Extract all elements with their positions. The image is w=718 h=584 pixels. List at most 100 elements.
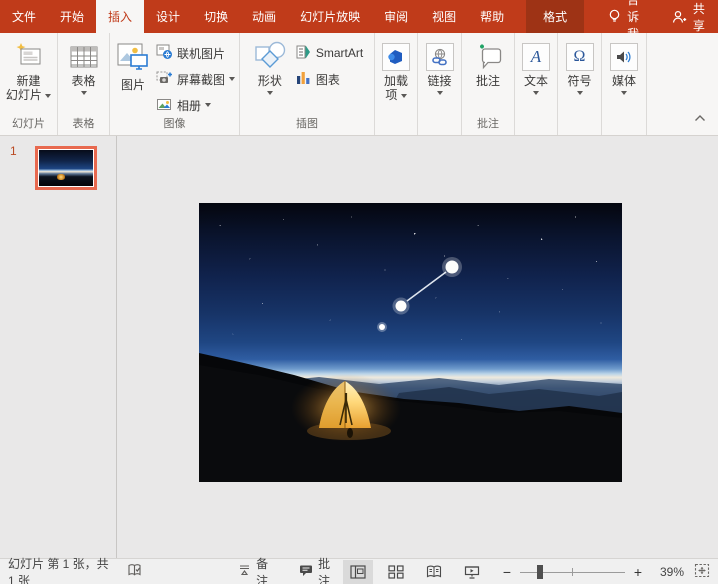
dropdown-arrow-icon: [437, 91, 443, 95]
group-label-tables: 表格: [58, 115, 109, 131]
new-comment-label: 批注: [476, 74, 500, 88]
tab-format-contextual[interactable]: 格式: [526, 0, 584, 33]
tab-view[interactable]: 视图: [420, 0, 468, 33]
tab-review[interactable]: 审阅: [372, 0, 420, 33]
chart-label: 图表: [316, 71, 340, 88]
group-label-illustrations: 插图: [240, 115, 374, 131]
zoom-in-button[interactable]: +: [632, 565, 644, 579]
ribbon-group-text: A 文本: [515, 33, 558, 135]
ribbon-group-comments: 批注 批注: [462, 33, 515, 135]
lightbulb-icon: [608, 9, 621, 24]
photo-album-button[interactable]: 相册: [156, 94, 235, 116]
slide-number: 1: [10, 144, 17, 158]
chart-icon: [295, 70, 312, 89]
shapes-label: 形状: [258, 74, 282, 88]
titlebar: 文件 开始 插入 设计 切换 动画 幻灯片放映 审阅 视图 帮助 格式 告诉我 …: [0, 0, 718, 33]
slide-sorter-view-button[interactable]: [381, 560, 411, 584]
pictures-icon: [116, 40, 150, 78]
new-slide-icon: [14, 40, 42, 74]
text-icon: A: [522, 43, 550, 71]
zoom-out-button[interactable]: −: [501, 565, 513, 579]
links-button[interactable]: 链接: [424, 38, 456, 135]
dropdown-arrow-icon: [401, 94, 407, 98]
slideshow-view-button[interactable]: [457, 560, 487, 584]
tab-home[interactable]: 开始: [48, 0, 96, 33]
pictures-label: 图片: [121, 78, 145, 92]
chart-button[interactable]: 图表: [295, 68, 363, 90]
slide-image-night-camping[interactable]: [199, 203, 622, 482]
spellcheck-icon[interactable]: [127, 563, 142, 580]
dropdown-arrow-icon: [267, 91, 273, 95]
photo-album-icon: [156, 96, 173, 115]
share-button[interactable]: 共享: [660, 0, 718, 33]
comments-label: 批注: [318, 555, 335, 584]
screenshot-label: 屏幕截图: [177, 71, 225, 88]
new-slide-label-2: 幻灯片: [6, 88, 51, 102]
zoom-slider[interactable]: [520, 565, 625, 579]
work-area: 1: [0, 136, 718, 558]
tab-transitions[interactable]: 切换: [192, 0, 240, 33]
collapse-ribbon-button[interactable]: [694, 109, 706, 127]
dropdown-arrow-icon: [621, 91, 627, 95]
notes-icon: [238, 564, 251, 579]
group-label-slides: 幻灯片: [0, 115, 57, 131]
dropdown-arrow-icon: [577, 91, 583, 95]
ribbon-filler: [647, 33, 718, 135]
share-person-icon: [672, 10, 687, 24]
speaker-icon: [610, 43, 638, 71]
tab-insert[interactable]: 插入: [96, 0, 144, 33]
share-label: 共享: [693, 0, 706, 34]
reading-view-button[interactable]: [419, 560, 449, 584]
ribbon-group-slides: 新建 幻灯片 幻灯片: [0, 33, 58, 135]
dropdown-arrow-icon: [81, 91, 87, 95]
addins-button[interactable]: 加载 项: [380, 38, 412, 135]
symbol-button[interactable]: Ω 符号: [564, 38, 596, 135]
smartart-button[interactable]: SmartArt: [295, 42, 363, 64]
ribbon-group-tables: 表格 表格: [58, 33, 110, 135]
media-button[interactable]: 媒体: [608, 38, 640, 135]
text-button[interactable]: A 文本: [520, 38, 552, 135]
tell-me-button[interactable]: 告诉我: [598, 0, 660, 33]
dropdown-arrow-icon: [533, 91, 539, 95]
smartart-icon: [295, 44, 312, 63]
ribbon-group-images: 图片 联机图片 屏幕截图: [110, 33, 240, 135]
tab-help[interactable]: 帮助: [468, 0, 516, 33]
slide-thumbnail-image: [39, 150, 93, 186]
group-label-comments: 批注: [462, 115, 514, 131]
photo-album-label: 相册: [177, 97, 201, 114]
comments-button[interactable]: 批注: [291, 559, 343, 584]
online-pictures-button[interactable]: 联机图片: [156, 42, 235, 64]
slide-canvas[interactable]: [117, 136, 718, 558]
zoom-percentage[interactable]: 39%: [648, 565, 684, 579]
tab-slideshow[interactable]: 幻灯片放映: [288, 0, 372, 33]
statusbar: 幻灯片 第 1 张，共 1 张 备注 批注: [0, 558, 718, 584]
slide-thumbnail-1[interactable]: [35, 146, 97, 190]
zoom-slider-center-tick: [572, 568, 573, 576]
media-label: 媒体: [612, 74, 636, 88]
dropdown-arrow-icon: [229, 77, 235, 81]
link-icon: [426, 40, 454, 74]
omega-symbol-icon: Ω: [566, 43, 594, 71]
zoom-slider-thumb[interactable]: [537, 565, 543, 579]
shapes-icon: [253, 40, 287, 74]
tab-animations[interactable]: 动画: [240, 0, 288, 33]
dropdown-arrow-icon: [205, 103, 211, 107]
screenshot-button[interactable]: 屏幕截图: [156, 68, 235, 90]
fit-slide-to-window-button[interactable]: [694, 563, 710, 581]
powerpoint-window: 文件 开始 插入 设计 切换 动画 幻灯片放映 审阅 视图 帮助 格式 告诉我 …: [0, 0, 718, 584]
smartart-label: SmartArt: [316, 46, 363, 60]
ribbon-group-symbols: Ω 符号: [558, 33, 602, 135]
table-label: 表格: [71, 74, 95, 88]
notes-label: 备注: [256, 555, 273, 584]
normal-view-button[interactable]: [343, 560, 373, 584]
symbol-label: 符号: [567, 74, 591, 88]
online-pictures-label: 联机图片: [177, 45, 225, 62]
tab-file[interactable]: 文件: [0, 0, 48, 33]
online-pictures-icon: [156, 44, 173, 63]
ribbon-group-links: 链接: [418, 33, 462, 135]
notes-button[interactable]: 备注: [230, 559, 281, 584]
screenshot-icon: [156, 70, 173, 89]
ribbon-group-media: 媒体: [602, 33, 647, 135]
tab-design[interactable]: 设计: [144, 0, 192, 33]
table-icon: [70, 40, 98, 74]
